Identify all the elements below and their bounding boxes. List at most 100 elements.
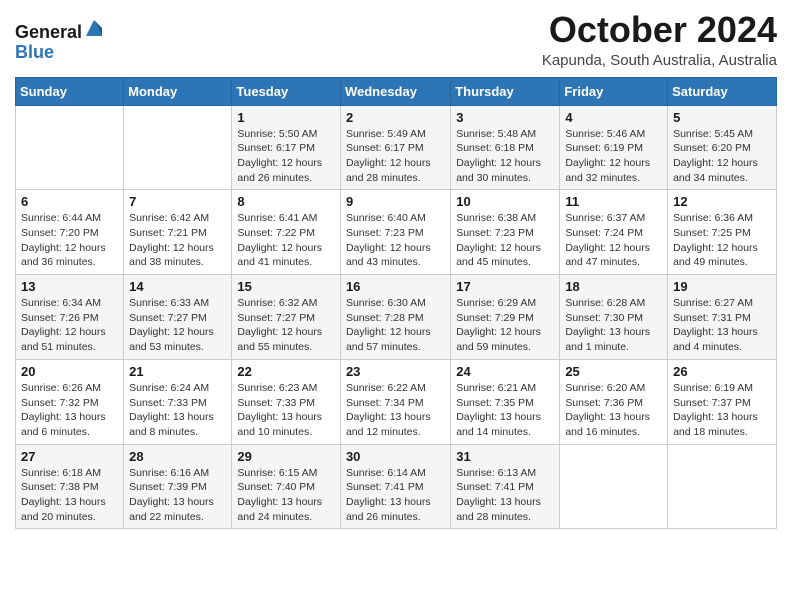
day-number: 8: [237, 194, 335, 209]
day-info: Sunrise: 6:20 AMSunset: 7:36 PMDaylight:…: [565, 381, 662, 440]
page-header: General Blue October 2024 Kapunda, South…: [15, 10, 777, 69]
calendar-week-4: 20 Sunrise: 6:26 AMSunset: 7:32 PMDayligh…: [16, 359, 777, 444]
title-block: October 2024 Kapunda, South Australia, A…: [542, 10, 777, 69]
calendar-cell: [124, 105, 232, 190]
day-number: 25: [565, 364, 662, 379]
day-info: Sunrise: 6:38 AMSunset: 7:23 PMDaylight:…: [456, 211, 554, 270]
calendar-cell: 30Sunrise: 6:14 AMSunset: 7:41 PMDayligh…: [340, 444, 450, 529]
day-info: Sunrise: 6:26 AMSunset: 7:32 PMDaylight:…: [21, 381, 118, 440]
day-number: 26: [673, 364, 771, 379]
day-number: 20: [21, 364, 118, 379]
day-info: Sunrise: 6:32 AMSunset: 7:27 PMDaylight:…: [237, 296, 335, 355]
calendar-table: SundayMondayTuesdayWednesdayThursdayFrid…: [15, 77, 777, 530]
day-info: Sunrise: 6:41 AMSunset: 7:22 PMDaylight:…: [237, 211, 335, 270]
calendar-cell: 9Sunrise: 6:40 AMSunset: 7:23 PMDaylight…: [340, 190, 450, 275]
day-info: Sunrise: 6:16 AMSunset: 7:39 PMDaylight:…: [129, 466, 226, 525]
day-number: 21: [129, 364, 226, 379]
calendar-cell: 17Sunrise: 6:29 AMSunset: 7:29 PMDayligh…: [451, 275, 560, 360]
col-header-monday: Monday: [124, 77, 232, 105]
calendar-week-2: 6Sunrise: 6:44 AMSunset: 7:20 PMDaylight…: [16, 190, 777, 275]
calendar-cell: 3Sunrise: 5:48 AMSunset: 6:18 PMDaylight…: [451, 105, 560, 190]
day-number: 2: [346, 110, 445, 125]
day-number: 7: [129, 194, 226, 209]
day-number: 10: [456, 194, 554, 209]
day-info: Sunrise: 6:36 AMSunset: 7:25 PMDaylight:…: [673, 211, 771, 270]
calendar-cell: 8 Sunrise: 6:41 AMSunset: 7:22 PMDaylight…: [232, 190, 341, 275]
day-number: 5: [673, 110, 771, 125]
day-info: Sunrise: 6:23 AMSunset: 7:33 PMDaylight:…: [237, 381, 335, 440]
calendar-cell: 16 Sunrise: 6:30 AMSunset: 7:28 PMDayligh…: [340, 275, 450, 360]
calendar-cell: 27 Sunrise: 6:18 AMSunset: 7:38 PMDayligh…: [16, 444, 124, 529]
day-info: Sunrise: 6:19 AMSunset: 7:37 PMDaylight:…: [673, 381, 771, 440]
day-number: 28: [129, 449, 226, 464]
logo-text: General Blue: [15, 18, 104, 63]
day-number: 15: [237, 279, 335, 294]
col-header-sunday: Sunday: [16, 77, 124, 105]
calendar-cell: 31Sunrise: 6:13 AMSunset: 7:41 PMDayligh…: [451, 444, 560, 529]
col-header-friday: Friday: [560, 77, 668, 105]
day-info: Sunrise: 6:30 AMSunset: 7:28 PMDaylight:…: [346, 296, 445, 355]
logo: General Blue: [15, 18, 104, 63]
day-info: Sunrise: 5:45 AMSunset: 6:20 PMDaylight:…: [673, 127, 771, 186]
col-header-tuesday: Tuesday: [232, 77, 341, 105]
col-header-saturday: Saturday: [668, 77, 777, 105]
day-info: Sunrise: 6:18 AMSunset: 7:38 PMDaylight:…: [21, 466, 118, 525]
logo-general: General: [15, 22, 82, 42]
day-number: 30: [346, 449, 445, 464]
day-info: Sunrise: 5:48 AMSunset: 6:18 PMDaylight:…: [456, 127, 554, 186]
calendar-cell: 6Sunrise: 6:44 AMSunset: 7:20 PMDaylight…: [16, 190, 124, 275]
calendar-cell: 22 Sunrise: 6:23 AMSunset: 7:33 PMDayligh…: [232, 359, 341, 444]
day-number: 16: [346, 279, 445, 294]
day-number: 4: [565, 110, 662, 125]
calendar-cell: 20 Sunrise: 6:26 AMSunset: 7:32 PMDayligh…: [16, 359, 124, 444]
day-number: 23: [346, 364, 445, 379]
calendar-cell: 15 Sunrise: 6:32 AMSunset: 7:27 PMDayligh…: [232, 275, 341, 360]
calendar-cell: 25 Sunrise: 6:20 AMSunset: 7:36 PMDayligh…: [560, 359, 668, 444]
logo-blue: Blue: [15, 42, 54, 62]
calendar-cell: 11 Sunrise: 6:37 AMSunset: 7:24 PMDayligh…: [560, 190, 668, 275]
calendar-cell: 10 Sunrise: 6:38 AMSunset: 7:23 PMDayligh…: [451, 190, 560, 275]
calendar-cell: [668, 444, 777, 529]
calendar-cell: 1Sunrise: 5:50 AMSunset: 6:17 PMDaylight…: [232, 105, 341, 190]
location: Kapunda, South Australia, Australia: [542, 52, 777, 69]
day-info: Sunrise: 6:24 AMSunset: 7:33 PMDaylight:…: [129, 381, 226, 440]
calendar-cell: 19Sunrise: 6:27 AMSunset: 7:31 PMDayligh…: [668, 275, 777, 360]
day-info: Sunrise: 6:29 AMSunset: 7:29 PMDaylight:…: [456, 296, 554, 355]
calendar-cell: 24 Sunrise: 6:21 AMSunset: 7:35 PMDayligh…: [451, 359, 560, 444]
calendar-cell: 28 Sunrise: 6:16 AMSunset: 7:39 PMDayligh…: [124, 444, 232, 529]
calendar-week-3: 13Sunrise: 6:34 AMSunset: 7:26 PMDayligh…: [16, 275, 777, 360]
calendar-cell: 2 Sunrise: 5:49 AMSunset: 6:17 PMDaylight…: [340, 105, 450, 190]
calendar-week-1: 1Sunrise: 5:50 AMSunset: 6:17 PMDaylight…: [16, 105, 777, 190]
col-header-thursday: Thursday: [451, 77, 560, 105]
day-info: Sunrise: 6:28 AMSunset: 7:30 PMDaylight:…: [565, 296, 662, 355]
calendar-cell: 12 Sunrise: 6:36 AMSunset: 7:25 PMDayligh…: [668, 190, 777, 275]
day-info: Sunrise: 6:21 AMSunset: 7:35 PMDaylight:…: [456, 381, 554, 440]
day-number: 11: [565, 194, 662, 209]
day-info: Sunrise: 6:22 AMSunset: 7:34 PMDaylight:…: [346, 381, 445, 440]
calendar-cell: [560, 444, 668, 529]
day-info: Sunrise: 5:50 AMSunset: 6:17 PMDaylight:…: [237, 127, 335, 186]
day-number: 27: [21, 449, 118, 464]
day-number: 12: [673, 194, 771, 209]
calendar-cell: 4 Sunrise: 5:46 AMSunset: 6:19 PMDaylight…: [560, 105, 668, 190]
day-number: 18: [565, 279, 662, 294]
calendar-cell: 5 Sunrise: 5:45 AMSunset: 6:20 PMDaylight…: [668, 105, 777, 190]
calendar-week-5: 27 Sunrise: 6:18 AMSunset: 7:38 PMDayligh…: [16, 444, 777, 529]
day-number: 13: [21, 279, 118, 294]
day-info: Sunrise: 6:37 AMSunset: 7:24 PMDaylight:…: [565, 211, 662, 270]
day-number: 24: [456, 364, 554, 379]
day-number: 9: [346, 194, 445, 209]
day-number: 31: [456, 449, 554, 464]
calendar-cell: 7 Sunrise: 6:42 AMSunset: 7:21 PMDaylight…: [124, 190, 232, 275]
calendar-cell: [16, 105, 124, 190]
logo-icon: [84, 18, 104, 38]
day-number: 22: [237, 364, 335, 379]
day-info: Sunrise: 6:44 AMSunset: 7:20 PMDaylight:…: [21, 211, 118, 270]
day-info: Sunrise: 6:42 AMSunset: 7:21 PMDaylight:…: [129, 211, 226, 270]
calendar-cell: 13Sunrise: 6:34 AMSunset: 7:26 PMDayligh…: [16, 275, 124, 360]
day-number: 29: [237, 449, 335, 464]
day-info: Sunrise: 5:46 AMSunset: 6:19 PMDaylight:…: [565, 127, 662, 186]
day-info: Sunrise: 6:15 AMSunset: 7:40 PMDaylight:…: [237, 466, 335, 525]
day-number: 19: [673, 279, 771, 294]
day-info: Sunrise: 5:49 AMSunset: 6:17 PMDaylight:…: [346, 127, 445, 186]
